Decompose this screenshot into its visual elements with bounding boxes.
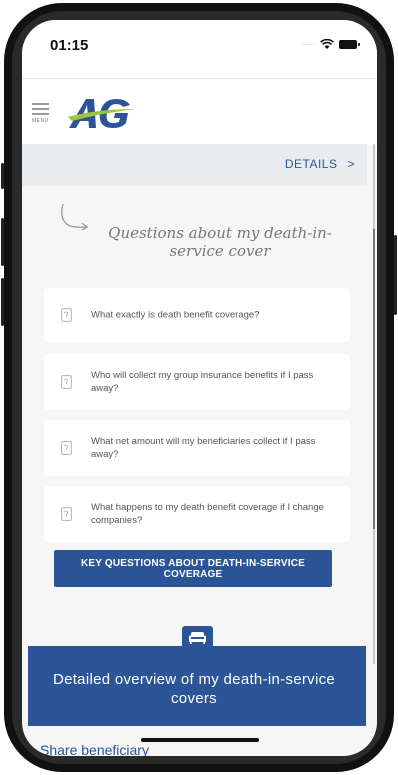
key-questions-button[interactable]: KEY QUESTIONS ABOUT DEATH-IN-SERVICE COV… — [54, 550, 332, 587]
overview-title: Detailed overview of my death-in-service… — [52, 671, 336, 707]
details-bar: DETAILS > — [22, 144, 367, 186]
question-item[interactable]: Who will collect my group insurance bene… — [44, 354, 350, 410]
home-indicator[interactable] — [141, 738, 259, 742]
signal-icon: ····· — [301, 40, 315, 49]
details-label: DETAILS — [284, 157, 338, 171]
document-icon — [61, 441, 72, 455]
chevron-right-icon: > — [347, 157, 355, 171]
question-text: What exactly is death benefit coverage? — [91, 309, 260, 321]
screen: 01:15 ····· MENU DETAILS > Questions abo… — [22, 20, 377, 756]
hamburger-line — [32, 108, 49, 110]
scrollbar-thumb[interactable] — [373, 229, 375, 529]
menu-label: MENU — [32, 118, 49, 124]
app-header: MENU — [22, 78, 377, 145]
questions-heading: Questions about my death-in-service cove… — [108, 224, 332, 260]
document-icon — [61, 507, 72, 521]
question-text: What net amount will my beneficiaries co… — [91, 436, 316, 460]
volume-up-button — [1, 218, 4, 266]
question-text: What happens to my death benefit coverag… — [91, 502, 324, 526]
power-button — [394, 235, 397, 315]
document-icon — [61, 375, 72, 389]
hamburger-line — [32, 103, 49, 105]
status-time: 01:15 — [50, 37, 89, 54]
wifi-icon — [320, 39, 334, 49]
side-button — [1, 163, 4, 189]
hamburger-line — [32, 113, 49, 115]
battery-icon — [339, 40, 360, 49]
volume-down-button — [1, 278, 4, 326]
details-link[interactable]: DETAILS > — [285, 157, 355, 171]
status-icons: ····· — [301, 39, 360, 50]
question-item[interactable]: What happens to my death benefit coverag… — [44, 486, 350, 542]
question-item[interactable]: What net amount will my beneficiaries co… — [44, 420, 350, 476]
sofa-icon — [182, 626, 213, 649]
document-icon — [61, 308, 72, 322]
status-bar: 01:15 ····· — [22, 20, 377, 78]
menu-button[interactable]: MENU — [32, 103, 54, 124]
ag-logo[interactable] — [66, 95, 138, 131]
cutoff-link[interactable]: Share beneficiary — [40, 742, 149, 756]
question-item[interactable]: What exactly is death benefit coverage? — [44, 288, 350, 342]
question-text: Who will collect my group insurance bene… — [91, 370, 314, 394]
scrollbar[interactable] — [373, 144, 375, 664]
